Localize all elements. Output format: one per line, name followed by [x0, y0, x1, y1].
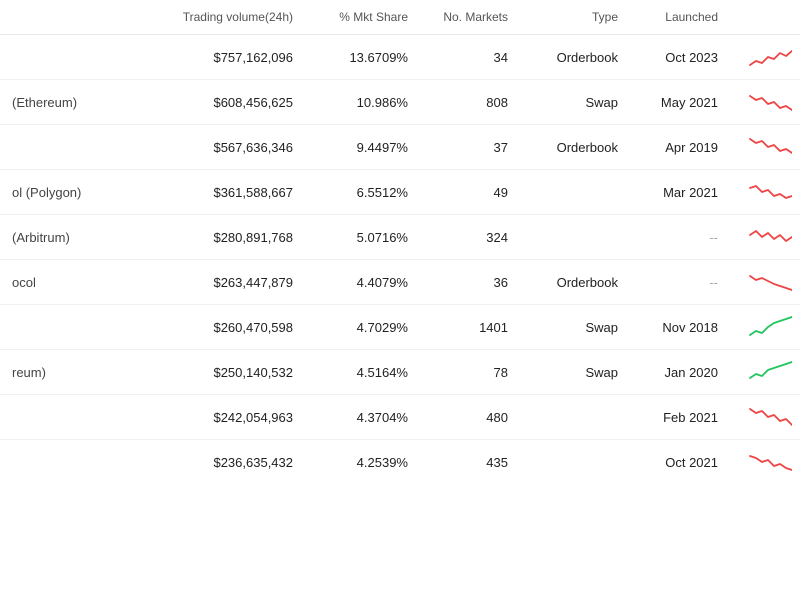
table-row: $242,054,9634.3704%480 Feb 2021 — [0, 395, 800, 440]
table-row: (Arbitrum)$280,891,7685.0716%324 -- — [0, 215, 800, 260]
cell-chart — [730, 215, 800, 260]
cell-volume: $280,891,768 — [160, 215, 305, 260]
cell-name — [0, 125, 160, 170]
sparkline-chart — [748, 448, 792, 476]
cell-mkt-share: 4.5164% — [305, 350, 420, 395]
cell-launched: Jan 2020 — [630, 350, 730, 395]
table-row: ol (Polygon)$361,588,6676.5512%49 Mar 202… — [0, 170, 800, 215]
cell-type: Swap — [520, 350, 630, 395]
sparkline-chart — [748, 223, 792, 251]
cell-volume: $260,470,598 — [160, 305, 305, 350]
cell-no-markets: 36 — [420, 260, 520, 305]
col-no-markets: No. Markets — [420, 0, 520, 35]
cell-type: Swap — [520, 305, 630, 350]
cell-type: Orderbook — [520, 125, 630, 170]
cell-chart — [730, 350, 800, 395]
cell-volume: $361,588,667 — [160, 170, 305, 215]
cell-type — [520, 440, 630, 485]
exchange-table: Trading volume(24h) % Mkt Share No. Mark… — [0, 0, 800, 484]
cell-mkt-share: 4.3704% — [305, 395, 420, 440]
cell-name — [0, 305, 160, 350]
cell-type — [520, 215, 630, 260]
cell-chart — [730, 440, 800, 485]
sparkline-chart — [748, 268, 792, 296]
cell-volume: $567,636,346 — [160, 125, 305, 170]
cell-chart — [730, 305, 800, 350]
cell-no-markets: 34 — [420, 35, 520, 80]
cell-mkt-share: 4.4079% — [305, 260, 420, 305]
cell-no-markets: 480 — [420, 395, 520, 440]
cell-type: Orderbook — [520, 260, 630, 305]
cell-volume: $242,054,963 — [160, 395, 305, 440]
table-row: reum)$250,140,5324.5164%78SwapJan 2020 — [0, 350, 800, 395]
cell-name: (Arbitrum) — [0, 215, 160, 260]
cell-chart — [730, 80, 800, 125]
sparkline-chart — [748, 178, 792, 206]
cell-no-markets: 324 — [420, 215, 520, 260]
cell-type — [520, 170, 630, 215]
cell-launched: Nov 2018 — [630, 305, 730, 350]
sparkline-chart — [748, 358, 792, 386]
sparkline-chart — [748, 88, 792, 116]
cell-name — [0, 35, 160, 80]
cell-chart — [730, 35, 800, 80]
cell-mkt-share: 5.0716% — [305, 215, 420, 260]
table-row: $236,635,4324.2539%435 Oct 2021 — [0, 440, 800, 485]
sparkline-chart — [748, 43, 792, 71]
col-type: Type — [520, 0, 630, 35]
col-volume: Trading volume(24h) — [160, 0, 305, 35]
table-row: (Ethereum)$608,456,62510.986%808SwapMay … — [0, 80, 800, 125]
cell-mkt-share: 4.2539% — [305, 440, 420, 485]
col-mkt-share: % Mkt Share — [305, 0, 420, 35]
cell-name — [0, 440, 160, 485]
cell-chart — [730, 260, 800, 305]
cell-name: ocol — [0, 260, 160, 305]
cell-volume: $757,162,096 — [160, 35, 305, 80]
cell-mkt-share: 10.986% — [305, 80, 420, 125]
table-row: $757,162,09613.6709%34OrderbookOct 2023 — [0, 35, 800, 80]
cell-volume: $236,635,432 — [160, 440, 305, 485]
cell-no-markets: 435 — [420, 440, 520, 485]
cell-mkt-share: 9.4497% — [305, 125, 420, 170]
cell-chart — [730, 395, 800, 440]
cell-type: Swap — [520, 80, 630, 125]
col-launched: Launched — [630, 0, 730, 35]
cell-volume: $250,140,532 — [160, 350, 305, 395]
cell-no-markets: 37 — [420, 125, 520, 170]
sparkline-chart — [748, 313, 792, 341]
col-name — [0, 0, 160, 35]
cell-name: reum) — [0, 350, 160, 395]
cell-chart — [730, 170, 800, 215]
cell-launched: Oct 2023 — [630, 35, 730, 80]
cell-mkt-share: 4.7029% — [305, 305, 420, 350]
cell-mkt-share: 13.6709% — [305, 35, 420, 80]
cell-no-markets: 78 — [420, 350, 520, 395]
cell-volume: $608,456,625 — [160, 80, 305, 125]
cell-type: Orderbook — [520, 35, 630, 80]
cell-no-markets: 49 — [420, 170, 520, 215]
cell-volume: $263,447,879 — [160, 260, 305, 305]
sparkline-chart — [748, 403, 792, 431]
cell-launched: Oct 2021 — [630, 440, 730, 485]
sparkline-chart — [748, 133, 792, 161]
cell-name — [0, 395, 160, 440]
cell-launched: Mar 2021 — [630, 170, 730, 215]
cell-launched: -- — [630, 215, 730, 260]
col-chart — [730, 0, 800, 35]
cell-mkt-share: 6.5512% — [305, 170, 420, 215]
cell-launched: Feb 2021 — [630, 395, 730, 440]
table-row: ocol$263,447,8794.4079%36Orderbook-- — [0, 260, 800, 305]
cell-name: (Ethereum) — [0, 80, 160, 125]
cell-launched: Apr 2019 — [630, 125, 730, 170]
cell-launched: -- — [630, 260, 730, 305]
cell-type — [520, 395, 630, 440]
cell-no-markets: 808 — [420, 80, 520, 125]
table-header-row: Trading volume(24h) % Mkt Share No. Mark… — [0, 0, 800, 35]
table-row: $567,636,3469.4497%37OrderbookApr 2019 — [0, 125, 800, 170]
cell-no-markets: 1401 — [420, 305, 520, 350]
cell-chart — [730, 125, 800, 170]
cell-name: ol (Polygon) — [0, 170, 160, 215]
cell-launched: May 2021 — [630, 80, 730, 125]
table-row: $260,470,5984.7029%1401SwapNov 2018 — [0, 305, 800, 350]
